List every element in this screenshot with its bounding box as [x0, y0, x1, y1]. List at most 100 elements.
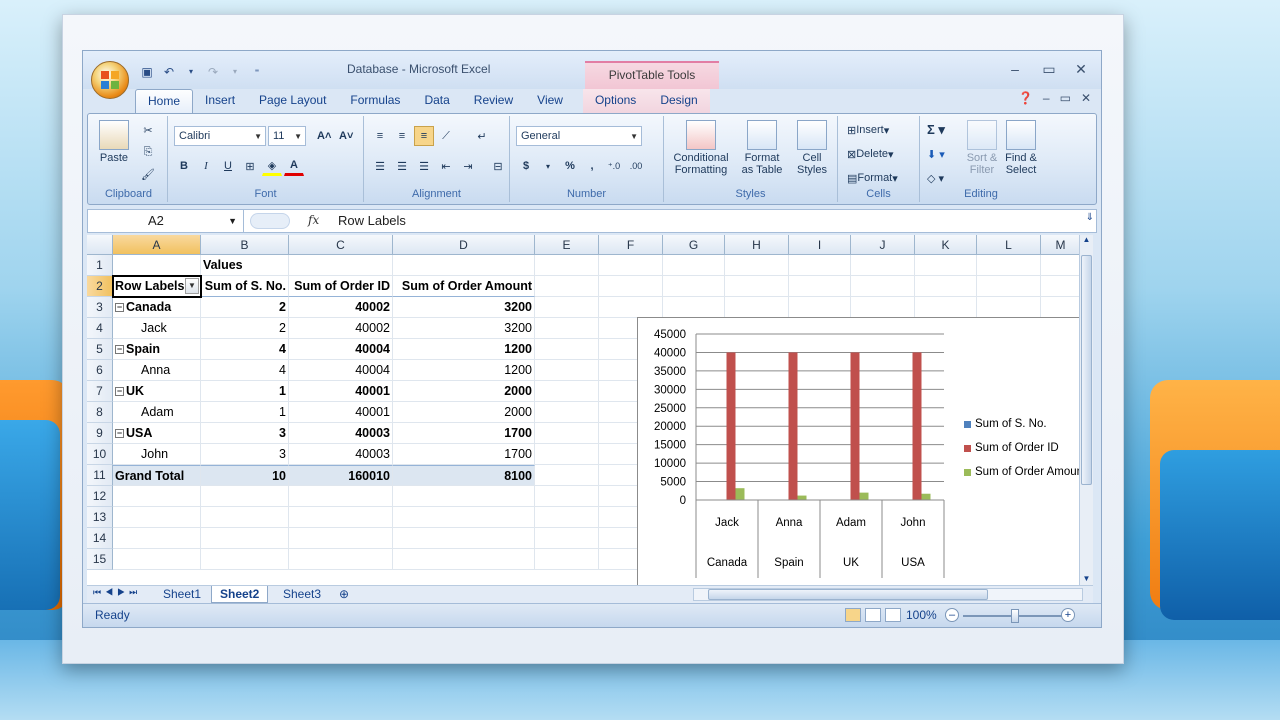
- scroll-up-icon[interactable]: ▲: [1080, 235, 1093, 244]
- order-id-value-cell[interactable]: 40001: [289, 381, 393, 402]
- empty-cell[interactable]: [535, 318, 599, 339]
- decrease-indent-icon[interactable]: ⇤: [436, 156, 456, 176]
- empty-cell[interactable]: [915, 255, 977, 276]
- shrink-font-icon[interactable]: A˅: [336, 126, 356, 146]
- page-break-view-icon[interactable]: [885, 608, 901, 622]
- sno-value-cell[interactable]: 2: [201, 297, 289, 318]
- collapse-icon[interactable]: −: [115, 345, 124, 355]
- order-id-value-cell[interactable]: 40004: [289, 339, 393, 360]
- empty-cell[interactable]: [201, 549, 289, 570]
- pivot-column-header[interactable]: Sum of S. No.: [201, 276, 289, 297]
- formula-bar-grip[interactable]: [250, 213, 290, 229]
- workbook-minimize-icon[interactable]: –: [1043, 91, 1050, 105]
- row-header[interactable]: 4: [87, 318, 113, 339]
- workbook-restore-icon[interactable]: ▭: [1060, 91, 1071, 105]
- empty-cell[interactable]: [725, 297, 789, 318]
- order-id-value-cell[interactable]: 40001: [289, 402, 393, 423]
- column-header[interactable]: E: [535, 235, 599, 255]
- cell-styles-button[interactable]: Cell Styles: [792, 120, 832, 176]
- empty-cell[interactable]: [393, 486, 535, 507]
- currency-button[interactable]: $: [516, 156, 536, 176]
- autosum-icon[interactable]: Σ ▾: [924, 120, 948, 140]
- sheet-nav-arrows-icon[interactable]: ⏮◀▶⏭: [93, 587, 141, 598]
- order-amount-value-cell[interactable]: 1200: [393, 360, 535, 381]
- empty-cell[interactable]: [535, 549, 599, 570]
- format-as-table-button[interactable]: Format as Table: [736, 120, 788, 176]
- order-amount-value-cell[interactable]: 2000: [393, 381, 535, 402]
- dropdown-icon[interactable]: ▾: [538, 156, 558, 176]
- column-header[interactable]: C: [289, 235, 393, 255]
- italic-icon[interactable]: I: [196, 156, 216, 176]
- column-header[interactable]: K: [915, 235, 977, 255]
- merge-center-icon[interactable]: ⊟: [488, 156, 508, 176]
- column-header[interactable]: L: [977, 235, 1041, 255]
- align-middle-icon[interactable]: ≡: [392, 126, 412, 146]
- zoom-slider-knob[interactable]: [1011, 609, 1019, 623]
- column-header[interactable]: D: [393, 235, 535, 255]
- redo-icon[interactable]: ↷: [205, 64, 221, 80]
- formula-input[interactable]: Row Labels: [338, 213, 406, 228]
- empty-cell[interactable]: [915, 297, 977, 318]
- grow-font-icon[interactable]: A˄: [314, 126, 334, 146]
- row-header[interactable]: 11: [87, 465, 113, 486]
- sheet-tab-sheet3[interactable]: Sheet3: [275, 586, 329, 603]
- decrease-decimal-icon[interactable]: .00: [626, 156, 646, 176]
- order-amount-value-cell[interactable]: 1700: [393, 423, 535, 444]
- normal-view-icon[interactable]: [845, 608, 861, 622]
- align-center-icon[interactable]: ☰: [392, 156, 412, 176]
- align-left-icon[interactable]: ☰: [370, 156, 390, 176]
- empty-cell[interactable]: [535, 255, 599, 276]
- empty-cell[interactable]: [289, 486, 393, 507]
- sort-filter-button[interactable]: Sort & Filter: [964, 120, 1000, 176]
- column-header[interactable]: J: [851, 235, 915, 255]
- row-header[interactable]: 2: [87, 276, 113, 297]
- scroll-down-icon[interactable]: ▼: [1080, 574, 1093, 583]
- insert-sheet-icon[interactable]: ⊕: [331, 586, 357, 603]
- empty-cell[interactable]: [535, 339, 599, 360]
- vertical-scroll-thumb[interactable]: [1081, 255, 1092, 485]
- orientation-icon[interactable]: ⟋: [436, 126, 456, 146]
- paste-button[interactable]: Paste: [96, 120, 132, 164]
- order-amount-value-cell[interactable]: 3200: [393, 297, 535, 318]
- row-header[interactable]: 7: [87, 381, 113, 402]
- empty-cell[interactable]: [789, 276, 851, 297]
- pivot-group-label[interactable]: − Spain: [113, 339, 201, 360]
- select-all-corner[interactable]: [87, 235, 113, 255]
- borders-icon[interactable]: ⊞: [240, 156, 260, 176]
- empty-cell[interactable]: [535, 423, 599, 444]
- dropdown-icon[interactable]: ▾: [183, 64, 199, 80]
- tab-data[interactable]: Data: [412, 89, 461, 113]
- empty-cell[interactable]: [535, 360, 599, 381]
- empty-cell[interactable]: [535, 444, 599, 465]
- empty-cell[interactable]: [289, 549, 393, 570]
- empty-cell[interactable]: [113, 528, 201, 549]
- empty-cell[interactable]: [977, 255, 1041, 276]
- undo-icon[interactable]: ↶: [161, 64, 177, 80]
- empty-cell[interactable]: [113, 486, 201, 507]
- format-cells-button[interactable]: ▤ Format ▾: [844, 168, 901, 188]
- underline-icon[interactable]: U: [218, 156, 238, 176]
- column-header[interactable]: I: [789, 235, 851, 255]
- tab-formulas[interactable]: Formulas: [338, 89, 412, 113]
- close-icon[interactable]: ✕: [1071, 61, 1091, 78]
- order-id-value-cell[interactable]: 40003: [289, 423, 393, 444]
- pivot-item-label[interactable]: John: [113, 444, 201, 465]
- empty-cell[interactable]: [535, 402, 599, 423]
- fill-color-icon[interactable]: ◈: [262, 156, 282, 176]
- empty-cell[interactable]: [535, 486, 599, 507]
- increase-indent-icon[interactable]: ⇥: [458, 156, 478, 176]
- tab-review[interactable]: Review: [462, 89, 525, 113]
- empty-cell[interactable]: [393, 549, 535, 570]
- copy-icon[interactable]: ⎘: [138, 142, 158, 162]
- font-name-select[interactable]: Calibri ▼: [174, 126, 266, 146]
- pivot-column-header[interactable]: Sum of Order Amount: [393, 276, 535, 297]
- page-layout-view-icon[interactable]: [865, 608, 881, 622]
- order-id-value-cell[interactable]: 40002: [289, 297, 393, 318]
- tab-view[interactable]: View: [525, 89, 575, 113]
- pivot-group-label[interactable]: − UK: [113, 381, 201, 402]
- tab-page-layout[interactable]: Page Layout: [247, 89, 338, 113]
- pivot-column-header[interactable]: Sum of Order ID: [289, 276, 393, 297]
- empty-cell[interactable]: [113, 507, 201, 528]
- empty-cell[interactable]: [113, 549, 201, 570]
- font-size-select[interactable]: 11 ▼: [268, 126, 306, 146]
